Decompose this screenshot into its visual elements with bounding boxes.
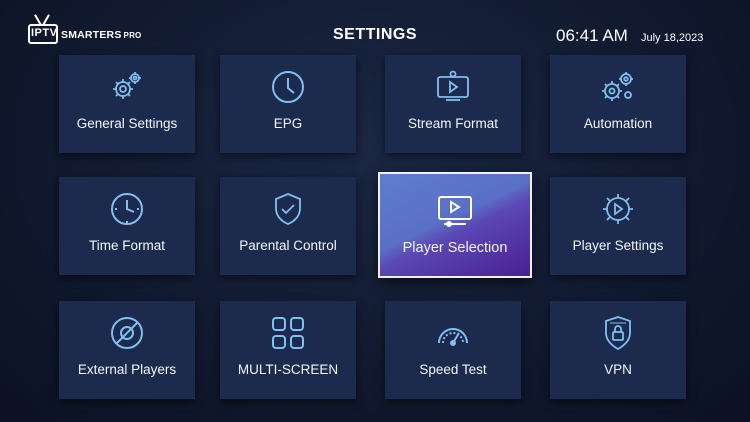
player-screen-icon (380, 192, 530, 228)
header-bar: IPTV SMARTERS PRO SETTINGS 06:41 AM July … (0, 0, 750, 56)
shield-check-icon (220, 191, 356, 227)
tile-label: EPG (273, 116, 303, 131)
tile-label: MULTI-SCREEN (237, 362, 339, 377)
tile-external-players[interactable]: External Players (59, 301, 195, 399)
grid-icon (220, 315, 356, 351)
tile-label: External Players (77, 362, 177, 377)
tile-player-settings[interactable]: Player Settings (550, 177, 686, 275)
gears-icon (59, 69, 195, 105)
tile-parental-control[interactable]: Parental Control (220, 177, 356, 275)
tile-automation[interactable]: Automation (550, 55, 686, 153)
tile-label: Stream Format (407, 116, 499, 131)
external-player-icon (59, 315, 195, 351)
tile-label: Parental Control (239, 238, 337, 253)
vpn-shield-icon (550, 315, 686, 351)
clock-icon (220, 69, 356, 105)
stream-format-icon (385, 69, 521, 105)
tile-epg[interactable]: EPG (220, 55, 356, 153)
tile-general-settings[interactable]: General Settings (59, 55, 195, 153)
tile-label: General Settings (76, 116, 178, 131)
tile-label: Time Format (88, 238, 165, 253)
clock-date: July 18,2023 (641, 32, 704, 44)
play-gear-icon (550, 191, 686, 227)
speedometer-icon (385, 315, 521, 351)
tile-vpn[interactable]: VPN (550, 301, 686, 399)
tile-label: VPN (604, 362, 632, 377)
tile-label: Player Settings (572, 238, 664, 253)
time-format-clock-icon (59, 191, 195, 227)
tile-stream-format[interactable]: Stream Format (385, 55, 521, 153)
tile-speed-test[interactable]: Speed Test (385, 301, 521, 399)
tile-time-format[interactable]: Time Format (59, 177, 195, 275)
page-title: SETTINGS (332, 26, 417, 43)
tile-player-selection[interactable]: Player Selection (378, 172, 532, 278)
automation-gears-icon (550, 69, 686, 105)
tile-multi-screen[interactable]: MULTI-SCREEN (220, 301, 356, 399)
tile-label: Speed Test (419, 362, 487, 377)
tile-label: Player Selection (402, 240, 508, 256)
clock-time: 06:41 AM (556, 26, 628, 45)
tile-label: Automation (583, 116, 653, 131)
